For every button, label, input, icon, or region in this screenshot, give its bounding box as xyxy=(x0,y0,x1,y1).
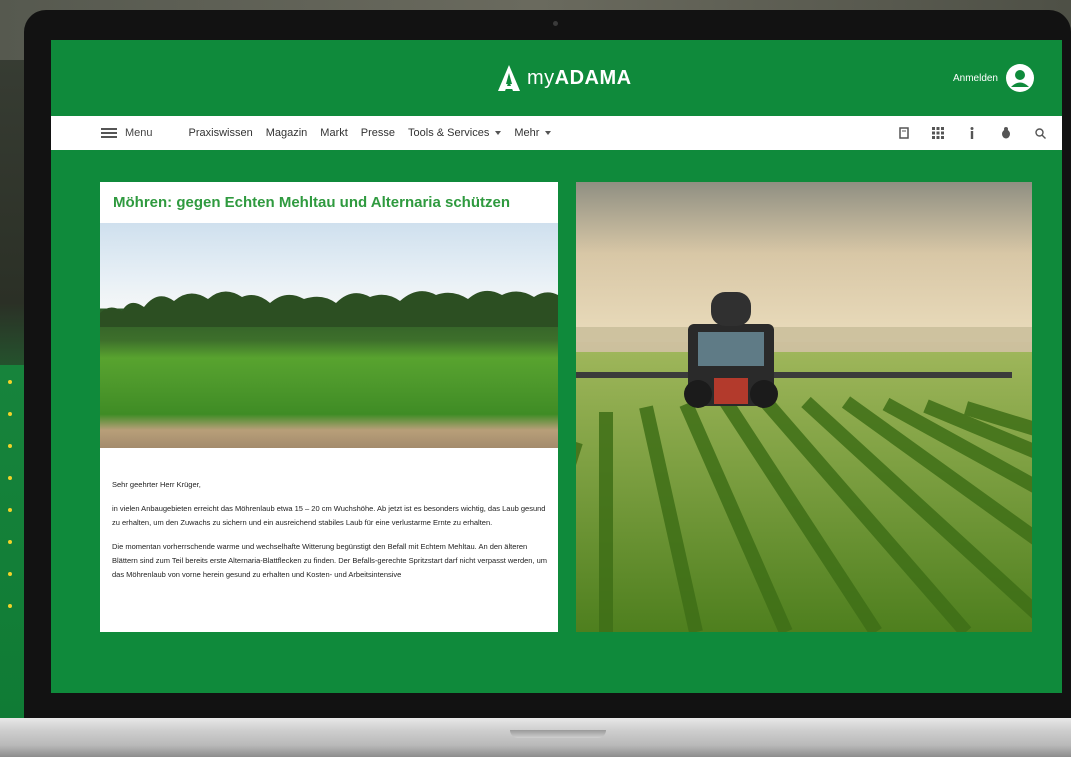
nav-link-magazin[interactable]: Magazin xyxy=(266,127,308,139)
nav-link-mehr[interactable]: Mehr xyxy=(514,127,552,139)
chevron-down-icon xyxy=(495,131,502,136)
decorative-dots xyxy=(8,380,16,630)
document-icon[interactable] xyxy=(898,127,910,139)
nav-link-markt[interactable]: Markt xyxy=(320,127,348,139)
adama-logo-icon xyxy=(498,65,520,91)
webcam xyxy=(553,21,558,26)
login-button[interactable]: Anmelden xyxy=(953,64,1034,92)
hamburger-icon xyxy=(101,128,117,138)
site-header: myADAMA Anmelden xyxy=(51,40,1062,116)
menu-label: Menu xyxy=(125,127,153,139)
article-card: Möhren: gegen Echten Mehltau und Alterna… xyxy=(100,182,558,632)
user-icon xyxy=(1006,64,1034,92)
grid-icon[interactable] xyxy=(932,127,944,139)
nav-link-tools-services[interactable]: Tools & Services xyxy=(408,127,502,139)
login-label: Anmelden xyxy=(952,72,998,84)
tree-line xyxy=(100,290,558,327)
adama-logo[interactable]: myADAMA xyxy=(497,62,632,94)
laptop-notch xyxy=(510,730,606,738)
tractor-scene xyxy=(576,182,1032,632)
info-icon[interactable] xyxy=(966,127,978,139)
laptop-screen: myADAMA Anmelden Menu Praxiswissen Magaz… xyxy=(51,40,1062,693)
article-paragraph-1: in vielen Anbaugebieten erreicht das Möh… xyxy=(112,504,546,527)
bug-icon[interactable] xyxy=(1000,127,1012,139)
nav-link-praxiswissen[interactable]: Praxiswissen xyxy=(189,127,253,139)
main-navigation: Menu Praxiswissen Magazin Markt Presse T… xyxy=(51,116,1062,150)
article-title[interactable]: Möhren: gegen Echten Mehltau und Alterna… xyxy=(113,194,510,211)
logo-text: myADAMA xyxy=(527,66,632,89)
article-paragraph-2: Die momentan vorherrschende warme und we… xyxy=(112,542,548,579)
nav-icon-group xyxy=(898,116,1046,150)
chevron-down-icon xyxy=(545,131,552,136)
nav-links: Praxiswissen Magazin Markt Presse Tools … xyxy=(189,127,552,139)
article-greeting: Sehr geehrter Herr Krüger, xyxy=(112,480,201,489)
article-body: Sehr geehrter Herr Krüger, in vielen Anb… xyxy=(112,478,550,592)
carrot-field-image xyxy=(100,223,558,448)
tractor-field-photo xyxy=(576,182,1032,632)
nav-link-presse[interactable]: Presse xyxy=(361,127,395,139)
search-icon[interactable] xyxy=(1034,127,1046,139)
menu-button[interactable]: Menu xyxy=(101,127,153,139)
